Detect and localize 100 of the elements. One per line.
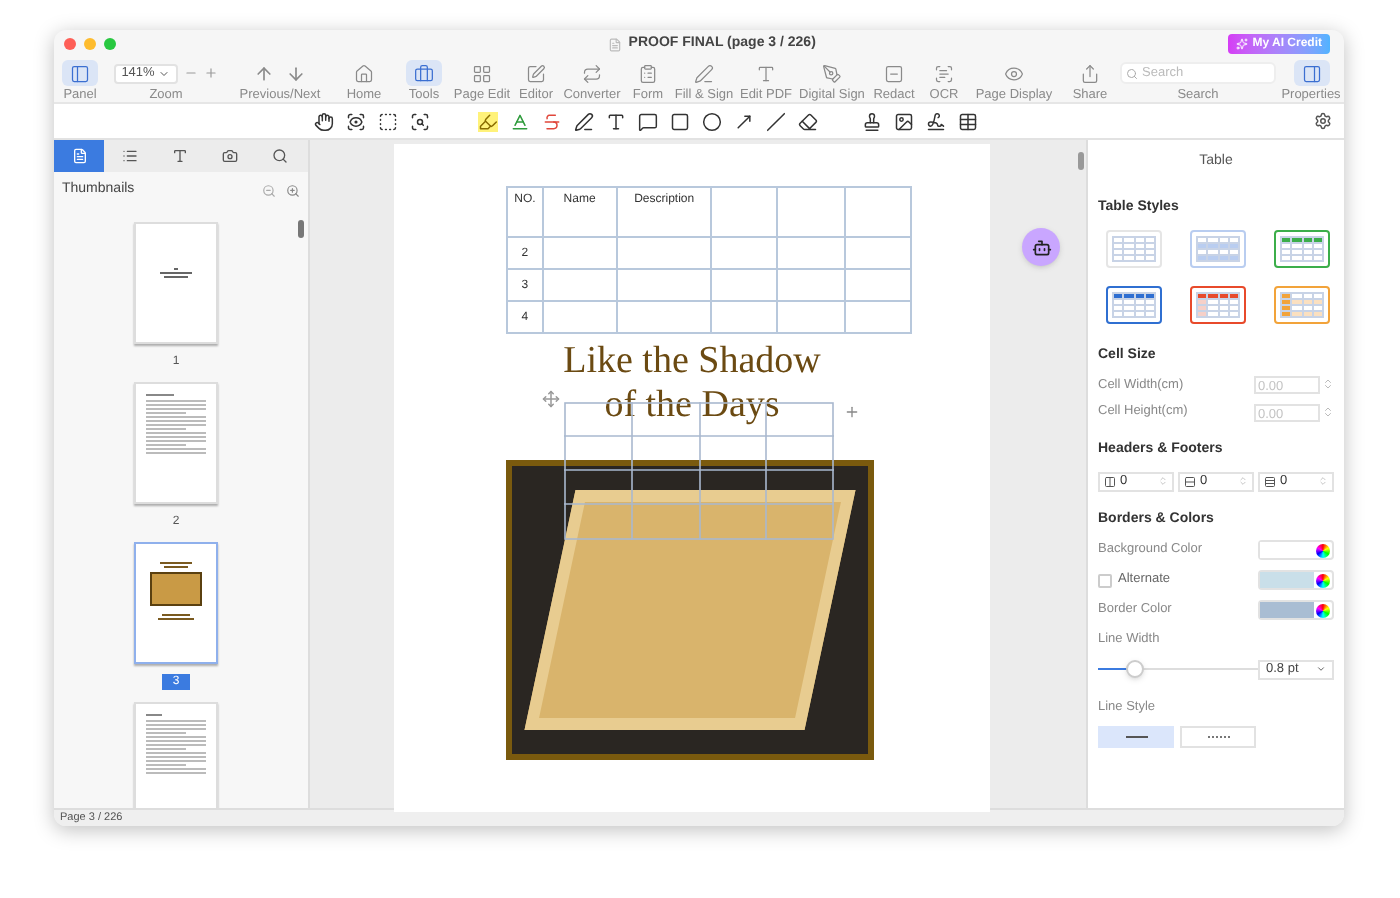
page-thumbnail[interactable] [134,382,218,504]
ai-assistant-button[interactable] [1022,228,1060,266]
table-cell[interactable] [846,238,912,270]
table-cell[interactable] [617,238,713,270]
strikethrough-icon[interactable] [542,111,562,131]
search-icon [1126,67,1138,79]
arrow-up-icon[interactable] [254,63,274,83]
outline-icon [121,148,137,164]
arrow-icon[interactable] [734,111,754,131]
hand-icon[interactable] [314,111,334,131]
zoom-out-icon[interactable] [184,66,199,80]
table-style-option[interactable] [1190,286,1246,324]
table-cell[interactable] [712,238,779,270]
table-cell[interactable] [778,270,847,302]
scrollbar[interactable] [298,220,304,238]
table-cell[interactable] [778,238,847,270]
page-thumbnail[interactable] [134,222,218,344]
document-title: of the Days [604,384,780,428]
toolbar-button[interactable] [62,60,98,86]
toolbar-icon [70,63,90,83]
toolbar-icon [1004,63,1024,83]
page-thumbnail[interactable] [134,542,218,664]
rectangle-icon[interactable] [670,111,690,131]
toolbar-icon [1080,63,1100,83]
table-cell[interactable] [778,302,847,334]
close-window-button[interactable] [64,38,76,50]
toolbar-icon [414,63,434,83]
checkbox[interactable] [1098,573,1112,587]
toolbar-icon [354,63,374,83]
area-select-icon[interactable] [410,111,430,131]
table-icon[interactable] [958,111,978,131]
table-style-option[interactable] [1274,230,1330,268]
page-icon [71,148,87,164]
solid-line-icon [1125,735,1147,737]
arrow-down-icon[interactable] [286,63,306,83]
table-header-cell[interactable] [778,188,847,238]
table-rows-icon [1104,475,1116,487]
scan-icon[interactable] [346,111,366,131]
table-rows-icon [1184,475,1196,487]
add-column-icon[interactable] [844,404,860,420]
color-swatch[interactable] [1260,602,1314,618]
sparkle-icon [1236,38,1249,50]
table-cell[interactable] [543,270,618,302]
camera-icon [221,148,237,164]
move-handle-icon[interactable] [542,390,560,408]
color-wheel-icon[interactable] [1316,573,1330,587]
underline-icon[interactable] [510,111,530,131]
selection-icon[interactable] [378,111,398,131]
table-cell[interactable] [543,238,618,270]
color-swatch[interactable] [1260,572,1314,588]
table-cell[interactable] [846,270,912,302]
eraser-icon[interactable] [798,111,818,131]
toolbar-icon [526,63,546,83]
toolbar-icon [694,63,714,83]
table-style-option[interactable] [1106,286,1162,324]
color-wheel-icon[interactable] [1316,603,1330,617]
toolbar-icon [756,63,776,83]
toolbar-icon [1301,63,1321,83]
highlight-icon[interactable] [478,111,498,131]
chevron-icon [1316,664,1326,675]
table-cell[interactable] [617,270,713,302]
signature-icon[interactable] [926,111,946,131]
minimize-window-button[interactable] [84,38,96,50]
page-thumbnail[interactable] [134,702,218,808]
toolbar-button[interactable] [1293,60,1329,86]
table-cell[interactable] [846,302,912,334]
zoom-in-icon[interactable] [204,66,219,80]
line-style-option[interactable] [1098,725,1174,747]
table-cell[interactable] [543,302,618,334]
toolbar-icon [638,63,658,83]
stamp-icon[interactable] [862,111,882,131]
toolbar-icon [472,63,492,83]
table-header-cell[interactable] [846,188,912,238]
table-style-option[interactable] [1274,286,1330,324]
document-title: Like the Shadow [563,340,821,384]
zoom-out-icon[interactable] [262,184,276,198]
table-cell[interactable] [617,302,713,334]
line-icon[interactable] [766,111,786,131]
toolbar-button[interactable] [406,60,442,86]
table-cell[interactable] [712,270,779,302]
table-cell[interactable] [712,302,779,334]
image-icon[interactable] [894,111,914,131]
scrollbar[interactable] [1078,152,1084,170]
dotted-line-icon [1207,735,1229,737]
comment-icon[interactable] [638,111,658,131]
document-icon [608,37,623,51]
sidebar-tab[interactable] [54,140,104,172]
table-header-cell[interactable] [712,188,779,238]
settings-icon[interactable] [1314,112,1332,130]
text-icon[interactable] [606,111,626,131]
color-wheel-icon[interactable] [1316,543,1330,557]
table-rows-icon [1264,475,1276,487]
toolbar-icon [582,63,602,83]
zoom-in-icon[interactable] [286,184,300,198]
text-icon [171,148,187,164]
toolbar-icon [934,63,954,83]
pen-icon[interactable] [574,111,594,131]
circle-icon[interactable] [702,111,722,131]
zoom-window-button[interactable] [104,38,116,50]
slider-thumb[interactable] [1125,660,1144,679]
